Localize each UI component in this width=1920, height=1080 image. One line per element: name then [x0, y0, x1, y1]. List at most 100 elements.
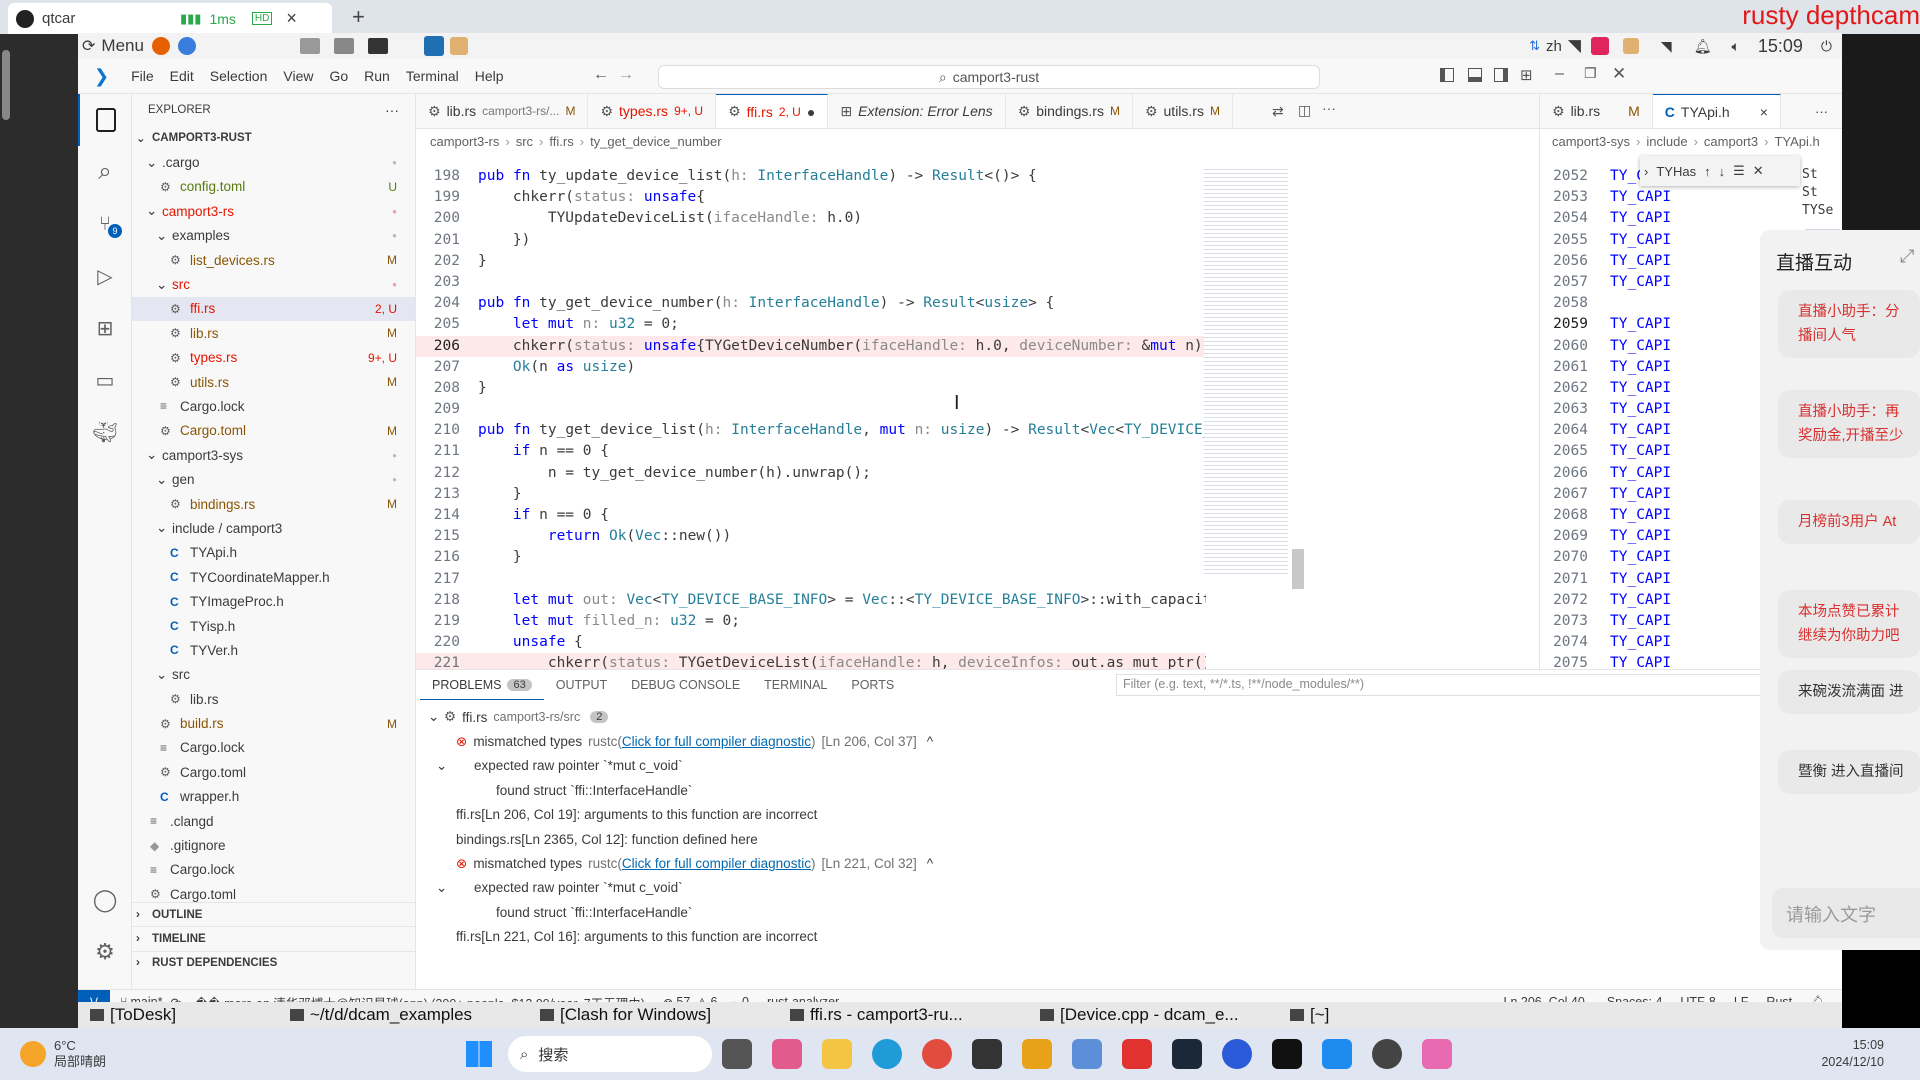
menu-selection[interactable]: Selection — [202, 68, 276, 84]
close-icon[interactable]: ✕ — [1753, 163, 1764, 179]
app-icon-k[interactable] — [1272, 1039, 1302, 1069]
tab-ffi-rs[interactable]: ⚙ ffi.rs 2, U ● — [716, 94, 829, 128]
app-icon-1[interactable] — [772, 1039, 802, 1069]
tab-utils-rs[interactable]: ⚙ utils.rs M — [1133, 94, 1233, 128]
panel-tab-terminal[interactable]: TERMINAL — [752, 670, 839, 700]
problem-row[interactable]: ⊗ mismatched types rustc(Click for full co… — [416, 851, 1842, 875]
start-icon[interactable] — [466, 1041, 492, 1067]
chevron-up-icon[interactable]: ^ — [927, 734, 933, 749]
customize-layout-icon[interactable]: ⊞ — [1520, 66, 1533, 84]
problem-row[interactable]: ffi.rs[Ln 206, Col 19]: arguments to thi… — [416, 803, 1842, 827]
file-item[interactable]: ⚙ lib.rs M — [132, 321, 415, 345]
wifi-icon[interactable]: ◥ — [1568, 36, 1581, 56]
steam-icon[interactable] — [1172, 1039, 1202, 1069]
file-item[interactable]: ⚙ lib.rs — [132, 687, 415, 711]
folder-item[interactable]: ⌄ src ● — [132, 272, 415, 296]
task-view-icon[interactable] — [722, 1039, 752, 1069]
app-icon-pink[interactable] — [1422, 1039, 1452, 1069]
menu-edit[interactable]: Edit — [162, 68, 202, 84]
chevron-down-icon[interactable]: ⌄ — [436, 880, 474, 896]
problem-row[interactable]: ⊗ mismatched types rustc(Click for full co… — [416, 729, 1842, 753]
problems-filter[interactable]: Filter (e.g. text, **/*.ts, !**/node_mod… — [1116, 674, 1786, 696]
find-input[interactable]: TYHas — [1656, 164, 1696, 179]
outline-section[interactable]: › OUTLINE — [132, 902, 415, 926]
arrow-down-icon[interactable]: ↓ — [1719, 164, 1726, 179]
tab-types-rs[interactable]: ⚙ types.rs 9+, U — [588, 94, 717, 128]
chat-input[interactable]: 请输入文字 — [1772, 888, 1920, 938]
folder-item[interactable]: ⌄ include / camport3 — [132, 516, 415, 540]
left-scrollbar[interactable] — [2, 50, 10, 120]
maximize-icon[interactable]: ❐ — [1584, 65, 1597, 82]
file-item[interactable]: ≡ Cargo.lock — [132, 858, 415, 882]
find-in-selection-icon[interactable]: ☰ — [1733, 163, 1745, 179]
problem-row[interactable]: bindings.rs[Ln 2365, Col 12]: function d… — [416, 827, 1842, 851]
docker-icon[interactable]: 🐳︎ — [78, 406, 132, 458]
more-editor-actions-icon[interactable]: ··· — [1322, 100, 1336, 116]
search-view-icon[interactable]: ⌕ — [78, 146, 132, 198]
toggle-secondary-sidebar-icon[interactable] — [1494, 68, 1508, 82]
problem-row[interactable]: found struct `ffi::InterfaceHandle` — [416, 778, 1842, 802]
menu-terminal[interactable]: Terminal — [398, 68, 467, 84]
clock[interactable]: 15:09 — [1758, 36, 1803, 57]
weather-widget[interactable]: 6°C 局部晴朗 — [20, 1038, 320, 1070]
remote-explorer-icon[interactable]: ▭ — [78, 354, 132, 406]
breadcrumb-item[interactable]: include — [1646, 134, 1687, 149]
breadcrumb-item[interactable]: ty_get_device_number — [590, 134, 722, 149]
toggle-sidebar-icon[interactable] — [1440, 68, 1454, 82]
breadcrumb-item[interactable]: src — [516, 134, 533, 149]
breadcrumb-item[interactable]: ffi.rs — [549, 134, 573, 149]
breadcrumb-item[interactable]: camport3-rs — [430, 134, 499, 149]
cat-icon[interactable] — [449, 37, 468, 55]
app-indicator-icon[interactable] — [1590, 37, 1609, 55]
split-editor-icon[interactable]: ◫ — [1298, 102, 1311, 119]
tab-lib-rs[interactable]: ⚙ lib.rs M — [1540, 94, 1653, 128]
chevron-right-icon[interactable]: › — [1644, 164, 1648, 179]
bell-icon[interactable]: 🔔︎ — [1694, 38, 1712, 55]
compiler-diagnostic-link[interactable]: Click for full compiler diagnostic — [622, 734, 811, 749]
folder-item[interactable]: ⌄ camport3-rs ● — [132, 199, 415, 223]
file-item[interactable]: ⚙ Cargo.toml M — [132, 419, 415, 443]
firefox-icon[interactable] — [151, 37, 170, 55]
file-item[interactable]: ≡ Cargo.lock — [132, 394, 415, 418]
minimap-slider[interactable] — [1292, 549, 1304, 589]
file-item[interactable]: C TYImageProc.h — [132, 589, 415, 613]
toggle-panel-icon[interactable] — [1468, 68, 1482, 82]
folder-icon[interactable] — [299, 38, 320, 54]
tab-lib-rs[interactable]: ⚙ lib.rs camport3-rs/... M — [416, 94, 589, 128]
file-item[interactable]: ⚙ types.rs 9+, U — [132, 346, 415, 370]
back-icon[interactable]: ← — [593, 66, 609, 84]
tab-extension-error-lens[interactable]: ⊞ Extension: Error Lens — [828, 94, 1006, 128]
close-icon[interactable]: × — [1760, 104, 1768, 120]
arrow-up-icon[interactable]: ↑ — [1704, 164, 1711, 179]
chevron-up-icon[interactable]: ^ — [927, 856, 933, 871]
power-icon[interactable]: ⏻ — [1821, 38, 1832, 55]
expand-icon[interactable]: ⤢ — [1900, 246, 1914, 267]
taskbar-window[interactable]: [~] — [1278, 1005, 1378, 1025]
terminal-icon[interactable] — [367, 38, 388, 54]
problem-row[interactable]: found struct `ffi::InterfaceHandle` — [416, 900, 1842, 924]
chevron-down-icon[interactable]: ⌄ — [436, 758, 474, 774]
edge-icon[interactable] — [872, 1039, 902, 1069]
source-control-icon[interactable]: ⑂ 9 — [78, 198, 132, 250]
taskbar-window[interactable]: [Clash for Windows] — [528, 1005, 778, 1025]
file-item[interactable]: ⚙ config.toml U — [132, 175, 415, 199]
run-debug-icon[interactable]: ▷ — [78, 250, 132, 302]
menu-help[interactable]: Help — [467, 68, 512, 84]
breadcrumb-item[interactable]: camport3-sys — [1552, 134, 1630, 149]
more-actions-icon[interactable]: ··· — [385, 102, 399, 118]
settings-icon[interactable]: ⚙ — [78, 926, 132, 978]
volume-icon[interactable]: 🔈︎ — [1731, 38, 1739, 55]
wps-icon[interactable] — [1122, 1039, 1152, 1069]
file-item[interactable]: ≡ .clangd — [132, 809, 415, 833]
breadcrumb-item[interactable]: camport3 — [1704, 134, 1758, 149]
folder-item[interactable]: ⌄ src — [132, 663, 415, 687]
problem-row[interactable]: ⌄ expected raw pointer `*mut c_void` — [416, 876, 1842, 900]
taskbar-window[interactable]: [ToDesk] — [78, 1005, 278, 1025]
taskbar-window[interactable]: ffi.rs - camport3-ru... — [778, 1005, 1028, 1025]
file-item[interactable]: ⚙ bindings.rs M — [132, 492, 415, 516]
breadcrumb-item[interactable]: TYApi.h — [1774, 134, 1819, 149]
problem-row[interactable]: ⌄ expected raw pointer `*mut c_void` — [416, 754, 1842, 778]
tab-bindings-rs[interactable]: ⚙ bindings.rs M — [1006, 94, 1133, 128]
browser-tab[interactable]: qtcar ▮▮▮ 1ms HD × — [8, 3, 332, 34]
file-item[interactable]: C TYCoordinateMapper.h — [132, 565, 415, 589]
